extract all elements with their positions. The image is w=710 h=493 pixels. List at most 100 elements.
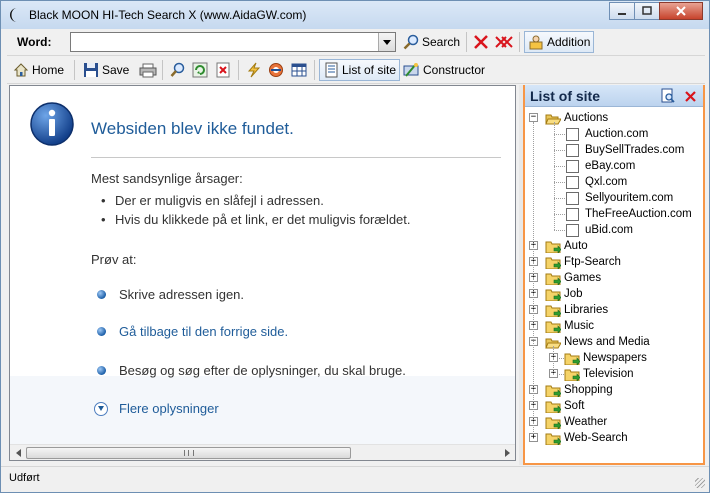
save-button[interactable]: Save [80, 59, 132, 81]
tree-site[interactable]: BuySellTrades.com [566, 142, 684, 158]
tree-node-label: Sellyouritem.com [585, 192, 674, 204]
resize-grip[interactable] [695, 478, 705, 488]
bullet-icon [97, 327, 106, 336]
tree-category[interactable]: Libraries [545, 302, 608, 318]
double-red-x-icon [495, 36, 513, 48]
close-icon [685, 91, 696, 102]
cause-item: Hvis du klikkede på et link, er det muli… [101, 212, 410, 227]
tree-subcategory[interactable]: Newspapers [564, 350, 647, 366]
toolbar-separator [466, 32, 467, 52]
tree-node-label: uBid.com [585, 224, 633, 236]
tree-category[interactable]: Weather [545, 414, 607, 430]
stop-button[interactable] [212, 59, 234, 81]
tree-category[interactable]: Web-Search [545, 430, 628, 446]
main-toolbar: Home Save List of site Constructor [7, 57, 705, 84]
tree-category[interactable]: Ftp-Search [545, 254, 621, 270]
highlight-button[interactable] [243, 59, 265, 81]
tree-site[interactable]: eBay.com [566, 158, 635, 174]
scroll-right-button[interactable] [499, 445, 515, 460]
find-button[interactable] [167, 59, 189, 81]
expand-icon[interactable]: + [529, 433, 538, 442]
tree-node-label: eBay.com [585, 160, 636, 172]
home-icon [13, 63, 29, 77]
scroll-thumb[interactable] [26, 447, 351, 459]
folder-icon [564, 369, 580, 381]
list-of-site-panel: List of site − Auctions Auction.com BuySell… [523, 85, 705, 465]
browser-content: Websiden blev ikke fundet. Mest sandsynl… [9, 85, 516, 461]
folder-icon [545, 289, 561, 301]
tree-subcategory[interactable]: Television [564, 366, 634, 382]
cause-item: Der er muligvis en slåfejl i adressen. [101, 193, 324, 208]
site-tree[interactable]: − Auctions Auction.com BuySellTrades.com eBa… [525, 109, 703, 463]
toolbar-separator [314, 60, 315, 80]
toolbar-separator [162, 60, 163, 80]
tree-category[interactable]: News and Media [545, 334, 650, 350]
clear-button[interactable] [470, 31, 492, 53]
close-panel-button[interactable] [685, 87, 696, 106]
go-back-link[interactable]: Gå tilbage til den forrige side. [119, 324, 288, 339]
site-page-icon [566, 127, 579, 141]
refresh-button[interactable] [189, 59, 211, 81]
tree-node-label: Auto [564, 240, 588, 252]
tree-node-label: Job [564, 288, 583, 300]
clear-all-button[interactable] [492, 31, 516, 53]
magnifier-icon [170, 62, 185, 77]
word-input[interactable] [73, 34, 373, 50]
close-window-button[interactable] [659, 2, 703, 20]
tree-category[interactable]: Games [545, 270, 601, 286]
tree-site[interactable]: TheFreeAuction.com [566, 206, 692, 222]
tree-category[interactable]: Soft [545, 398, 584, 414]
try-visit-site: Besøg og søg efter de oplysninger, du sk… [119, 363, 406, 378]
folder-icon [545, 321, 561, 333]
addition-label: Addition [547, 35, 591, 49]
tree-node-label: Libraries [564, 304, 609, 316]
tree-node-label: Music [564, 320, 595, 332]
addition-button[interactable]: Addition [524, 31, 595, 53]
collapse-icon[interactable]: − [529, 113, 538, 122]
minimize-button[interactable] [609, 2, 635, 20]
horizontal-scrollbar[interactable] [10, 444, 515, 460]
maximize-button[interactable] [634, 2, 660, 20]
window-title: Black MOON HI-Tech Search X (www.AidaGW.… [29, 8, 307, 22]
tree-connector [554, 214, 565, 215]
home-label: Home [32, 63, 65, 77]
constructor-button[interactable]: Constructor [399, 59, 488, 81]
chevron-right-icon [504, 449, 510, 457]
grip-icon [184, 450, 194, 456]
layout-button[interactable] [288, 59, 310, 81]
search-button[interactable]: Search [400, 31, 463, 53]
moon-icon [10, 8, 17, 22]
tree-site[interactable]: Sellyouritem.com [566, 190, 673, 206]
tree-site[interactable]: Auction.com [566, 126, 648, 142]
ie-button[interactable] [265, 59, 287, 81]
printer-icon [139, 63, 157, 78]
word-label: Word: [17, 35, 52, 49]
tree-site[interactable]: uBid.com [566, 222, 633, 238]
search-document-icon[interactable] [660, 88, 676, 104]
folder-icon [545, 257, 561, 269]
expand-more-icon[interactable] [94, 402, 108, 416]
folder-icon [545, 433, 561, 445]
print-button[interactable] [136, 59, 160, 81]
home-button[interactable]: Home [10, 59, 67, 81]
window-controls [609, 2, 703, 20]
word-dropdown-button[interactable] [378, 33, 395, 51]
error-title: Websiden blev ikke fundet. [91, 119, 294, 138]
word-combobox[interactable] [70, 32, 396, 52]
lower-band [10, 376, 515, 444]
tree-category[interactable]: Shopping [545, 382, 613, 398]
addition-icon [529, 35, 543, 50]
tree-category[interactable]: Music [545, 318, 594, 334]
scroll-left-button[interactable] [10, 445, 26, 460]
tree-category[interactable]: Auto [545, 238, 588, 254]
tree-category[interactable]: Job [545, 286, 583, 302]
app-window: Black MOON HI-Tech Search X (www.AidaGW.… [0, 0, 710, 493]
site-page-icon [566, 159, 579, 173]
search-label: Search [422, 35, 461, 49]
tree-connector [553, 346, 554, 374]
search-icon [403, 34, 419, 50]
tree-site[interactable]: Qxl.com [566, 174, 627, 190]
list-of-site-button[interactable]: List of site [319, 59, 401, 81]
more-info-link[interactable]: Flere oplysninger [119, 401, 219, 416]
maximize-icon [642, 6, 652, 15]
